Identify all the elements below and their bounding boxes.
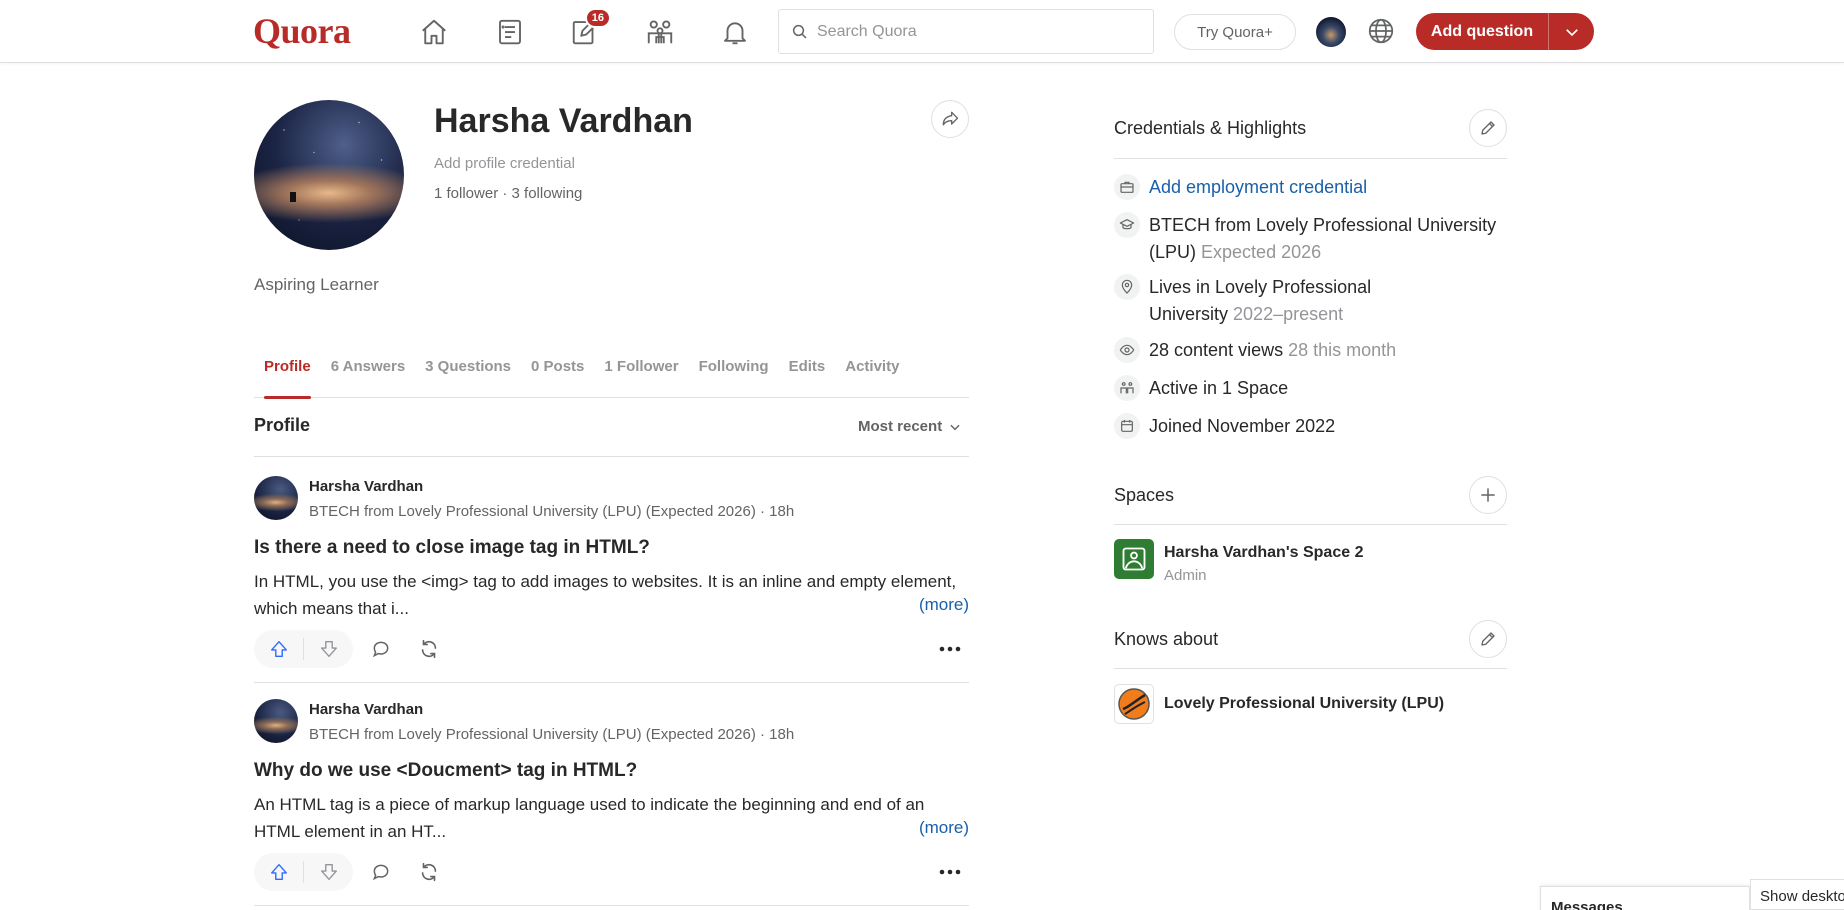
calendar-icon	[1114, 413, 1140, 439]
credential-employment[interactable]: Add employment credential	[1114, 174, 1507, 201]
action-bar	[254, 630, 969, 668]
add-employment-link[interactable]: Add employment credential	[1149, 174, 1367, 201]
tab-edits[interactable]: Edits	[779, 340, 836, 398]
space-name[interactable]: Harsha Vardhan's Space 2	[1164, 544, 1363, 562]
comment-icon[interactable]	[362, 853, 400, 891]
spaces-icon	[1114, 375, 1140, 401]
author-credential: BTECH from Lovely Professional Universit…	[309, 726, 795, 743]
credential-location: Lives in Lovely Professional University …	[1114, 274, 1374, 328]
vote-group	[254, 630, 353, 668]
search-box[interactable]	[778, 9, 1154, 54]
action-bar	[254, 853, 969, 891]
joined-text: Joined November 2022	[1149, 416, 1336, 436]
home-icon[interactable]	[414, 12, 454, 52]
tab-questions[interactable]: 3 Questions	[415, 340, 521, 398]
profile-name: Harsha Vardhan	[434, 102, 693, 140]
quora-logo[interactable]: Quora	[253, 10, 351, 52]
graduation-cap-icon	[1114, 212, 1140, 238]
upvote-icon[interactable]	[254, 630, 303, 668]
spaces-icon[interactable]	[640, 12, 680, 52]
tab-answers[interactable]: 6 Answers	[321, 340, 415, 398]
eye-icon	[1114, 337, 1140, 363]
more-options-icon[interactable]	[931, 853, 969, 891]
show-desktop-button[interactable]: Show desktop	[1750, 879, 1844, 910]
more-options-icon[interactable]	[931, 630, 969, 668]
sort-dropdown[interactable]: Most recent	[858, 418, 962, 435]
views-month: 28 this month	[1288, 340, 1397, 360]
search-input[interactable]	[817, 22, 1137, 41]
space-logo[interactable]	[1114, 539, 1154, 579]
spaces-active-text: Active in 1 Space	[1149, 378, 1289, 398]
tab-activity[interactable]: Activity	[835, 340, 909, 398]
bell-icon[interactable]	[715, 12, 755, 52]
top-navbar: Quora 16 Try Quora+ Add question	[0, 0, 1844, 63]
following-feed-icon[interactable]	[490, 12, 530, 52]
credential-views: 28 content views 28 this month	[1114, 337, 1507, 364]
profile-tabs: Profile 6 Answers 3 Questions 0 Posts 1 …	[254, 340, 969, 399]
add-question-label: Add question	[1430, 22, 1534, 40]
briefcase-icon	[1114, 174, 1140, 200]
follower-counts[interactable]: 1 follower · 3 following	[434, 185, 582, 202]
sort-label: Most recent	[858, 418, 943, 435]
knows-about-title: Knows about	[1114, 629, 1219, 649]
notification-badge: 16	[584, 8, 611, 28]
tab-following[interactable]: Following	[689, 340, 779, 398]
chevron-down-icon	[950, 424, 960, 430]
globe-icon[interactable]	[1364, 14, 1398, 48]
tab-profile[interactable]: Profile	[254, 340, 321, 399]
more-link[interactable]: (more)	[919, 818, 969, 838]
plus-icon[interactable]	[1469, 476, 1507, 514]
spaces-title: Spaces	[1114, 485, 1175, 505]
downvote-icon[interactable]	[304, 630, 353, 668]
add-profile-credential-link[interactable]: Add profile credential	[434, 155, 575, 172]
downvote-icon[interactable]	[304, 853, 353, 891]
profile-photo[interactable]	[254, 100, 404, 250]
question-title[interactable]: Why do we use <Doucment> tag in HTML?	[254, 760, 637, 782]
space-role: Admin	[1164, 567, 1207, 584]
credential-joined: Joined November 2022	[1114, 413, 1507, 440]
lpu-logo[interactable]	[1114, 684, 1154, 724]
author-avatar[interactable]	[254, 476, 298, 520]
edit-pencil-icon[interactable]	[1469, 620, 1507, 658]
edit-pencil-icon[interactable]	[1469, 109, 1507, 147]
more-link[interactable]: (more)	[919, 595, 969, 615]
author-credential: BTECH from Lovely Professional Universit…	[309, 503, 795, 520]
add-question-button[interactable]: Add question	[1416, 13, 1594, 50]
search-icon	[792, 24, 807, 39]
messages-panel[interactable]: Messages	[1540, 886, 1750, 910]
location-date: 2022–present	[1233, 304, 1344, 324]
share-icon[interactable]	[410, 853, 448, 891]
answer-snippet[interactable]: An HTML tag is a piece of markup languag…	[254, 791, 969, 845]
author-name[interactable]: Harsha Vardhan	[309, 701, 423, 718]
credential-education: BTECH from Lovely Professional Universit…	[1114, 212, 1507, 266]
credential-spaces: Active in 1 Space	[1114, 375, 1507, 402]
education-date: Expected 2026	[1201, 242, 1322, 262]
tab-posts[interactable]: 0 Posts	[521, 340, 594, 398]
credentials-title: Credentials & Highlights	[1114, 118, 1307, 138]
views-text: 28 content views	[1149, 340, 1284, 360]
answer-snippet[interactable]: In HTML, you use the <img> tag to add im…	[254, 568, 969, 622]
author-avatar[interactable]	[254, 699, 298, 743]
upvote-icon[interactable]	[254, 853, 303, 891]
topic-name[interactable]: Lovely Professional University (LPU)	[1164, 695, 1444, 713]
profile-bio: Aspiring Learner	[254, 275, 379, 294]
author-name[interactable]: Harsha Vardhan	[309, 478, 423, 495]
feed-section-title: Profile	[254, 415, 311, 435]
vote-group	[254, 853, 353, 891]
try-quora-plus-button[interactable]: Try Quora+	[1174, 14, 1296, 50]
comment-icon[interactable]	[362, 630, 400, 668]
share-icon[interactable]	[410, 630, 448, 668]
tab-followers[interactable]: 1 Follower	[594, 340, 688, 398]
question-title[interactable]: Is there a need to close image tag in HT…	[254, 537, 650, 559]
answer-icon[interactable]: 16	[565, 8, 611, 52]
share-icon[interactable]	[931, 100, 969, 138]
chevron-down-icon[interactable]	[1549, 23, 1594, 41]
user-avatar[interactable]	[1316, 17, 1346, 47]
location-pin-icon	[1114, 274, 1140, 300]
